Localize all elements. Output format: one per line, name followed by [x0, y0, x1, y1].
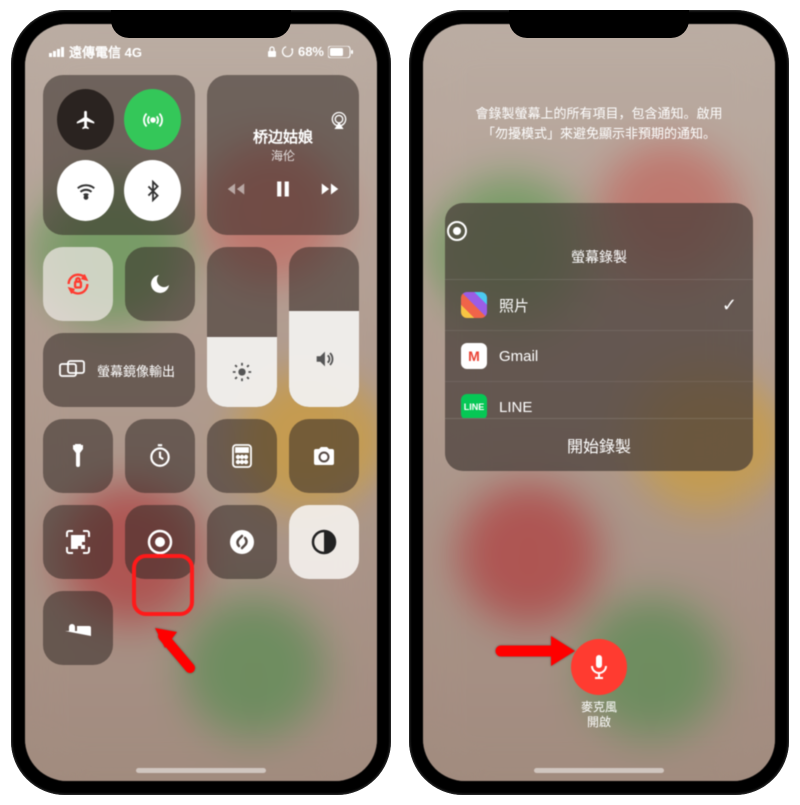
- record-sheet-header: 螢幕錄製: [445, 203, 753, 280]
- mirror-label: 螢幕鏡像輸出: [97, 361, 175, 380]
- microphone-label: 麥克風 開啟: [581, 700, 617, 731]
- screen-mirror-button[interactable]: 螢幕鏡像輸出: [43, 333, 195, 407]
- wifi-icon: [75, 180, 97, 202]
- notch: [111, 10, 291, 38]
- app-name: Gmail: [499, 348, 538, 365]
- brightness-slider[interactable]: [207, 247, 277, 407]
- screen-left: 遠傳電信 4G 68%: [25, 24, 377, 781]
- timer-button[interactable]: [125, 419, 195, 493]
- control-center: 桥边姑娘 海伦: [25, 67, 377, 673]
- record-info-text: 會錄製螢幕上的所有項目，包含通知。啟用 「勿擾模式」來避免顯示非預期的通知。: [423, 24, 775, 143]
- record-sheet: 螢幕錄製 照片 ✓ M Gmail LINE LINE: [445, 203, 753, 471]
- phone-right: 會錄製螢幕上的所有項目，包含通知。啟用 「勿擾模式」來避免顯示非預期的通知。 螢…: [409, 10, 789, 795]
- volume-icon: [313, 348, 335, 370]
- sleep-mode-button[interactable]: [43, 591, 113, 665]
- start-record-button[interactable]: 開始錄製: [445, 418, 753, 471]
- calculator-icon: [231, 443, 253, 469]
- line-app-icon: LINE: [461, 394, 487, 418]
- record-icon: [146, 528, 174, 556]
- carrier-label: 遠傳電信 4G: [69, 42, 142, 61]
- photos-app-icon: [461, 292, 487, 318]
- pause-button[interactable]: [273, 178, 293, 200]
- shazam-button[interactable]: [207, 505, 277, 579]
- info-line2: 「勿擾模式」來避免顯示非預期的通知。: [457, 124, 741, 144]
- microphone-toggle[interactable]: [571, 639, 627, 695]
- home-indicator[interactable]: [534, 768, 664, 773]
- bed-icon: [63, 618, 93, 638]
- calculator-button[interactable]: [207, 419, 277, 493]
- next-track-button[interactable]: [319, 178, 341, 200]
- qr-icon: [65, 529, 91, 555]
- volume-slider[interactable]: [289, 247, 359, 407]
- camera-icon: [311, 445, 337, 467]
- dnd-toggle[interactable]: [125, 247, 195, 321]
- orientation-lock-toggle[interactable]: [43, 247, 113, 321]
- sync-icon: [281, 45, 294, 58]
- mic-label-1: 麥克風: [581, 700, 617, 716]
- media-artist: 海伦: [217, 147, 349, 164]
- timer-icon: [147, 443, 173, 469]
- shazam-icon: [228, 528, 256, 556]
- airplane-icon: [75, 109, 97, 131]
- home-indicator[interactable]: [136, 768, 266, 773]
- app-name: 照片: [499, 295, 529, 316]
- flashlight-icon: [67, 443, 89, 469]
- annotation-arrow-left: [145, 618, 205, 678]
- lock-icon: [267, 46, 277, 58]
- phone-left: 遠傳電信 4G 68%: [11, 10, 391, 795]
- record-dest-photos[interactable]: 照片 ✓: [445, 280, 753, 331]
- record-dest-line[interactable]: LINE LINE: [445, 382, 753, 418]
- record-icon: [445, 219, 753, 243]
- gmail-app-icon: M: [461, 343, 487, 369]
- record-destination-list: 照片 ✓ M Gmail LINE LINE: [445, 280, 753, 418]
- start-record-label: 開始錄製: [567, 439, 631, 456]
- dark-mode-icon: [310, 528, 338, 556]
- battery-pct: 68%: [298, 44, 324, 59]
- camera-button[interactable]: [289, 419, 359, 493]
- app-name: LINE: [499, 399, 532, 416]
- qr-scanner-button[interactable]: [43, 505, 113, 579]
- moon-icon: [148, 272, 172, 296]
- antenna-icon: [142, 109, 164, 131]
- flashlight-toggle[interactable]: [43, 419, 113, 493]
- brightness-icon: [231, 361, 253, 383]
- prev-track-button[interactable]: [225, 178, 247, 200]
- bluetooth-icon: [142, 180, 164, 202]
- media-panel[interactable]: 桥边姑娘 海伦: [207, 75, 359, 235]
- record-dest-gmail[interactable]: M Gmail: [445, 331, 753, 382]
- annotation-arrow-right: [495, 632, 577, 670]
- mirror-icon: [59, 360, 85, 380]
- bluetooth-toggle[interactable]: [124, 160, 181, 221]
- battery-icon: [328, 46, 353, 58]
- info-line1: 會錄製螢幕上的所有項目，包含通知。啟用: [457, 104, 741, 124]
- dark-mode-toggle[interactable]: [289, 505, 359, 579]
- airplane-toggle[interactable]: [57, 89, 114, 150]
- notch: [509, 10, 689, 38]
- media-title: 桥边姑娘: [217, 126, 349, 147]
- record-sheet-title: 螢幕錄製: [571, 249, 627, 265]
- mic-label-2: 開啟: [581, 715, 617, 731]
- screen-right: 會錄製螢幕上的所有項目，包含通知。啟用 「勿擾模式」來避免顯示非預期的通知。 螢…: [423, 24, 775, 781]
- connectivity-panel[interactable]: [43, 75, 195, 235]
- microphone-icon: [587, 653, 611, 681]
- rotation-lock-icon: [64, 270, 92, 298]
- check-icon: ✓: [722, 295, 737, 316]
- signal-icon: [49, 46, 65, 57]
- screen-record-button[interactable]: [125, 505, 195, 579]
- cellular-toggle[interactable]: [124, 89, 181, 150]
- wifi-toggle[interactable]: [57, 160, 114, 221]
